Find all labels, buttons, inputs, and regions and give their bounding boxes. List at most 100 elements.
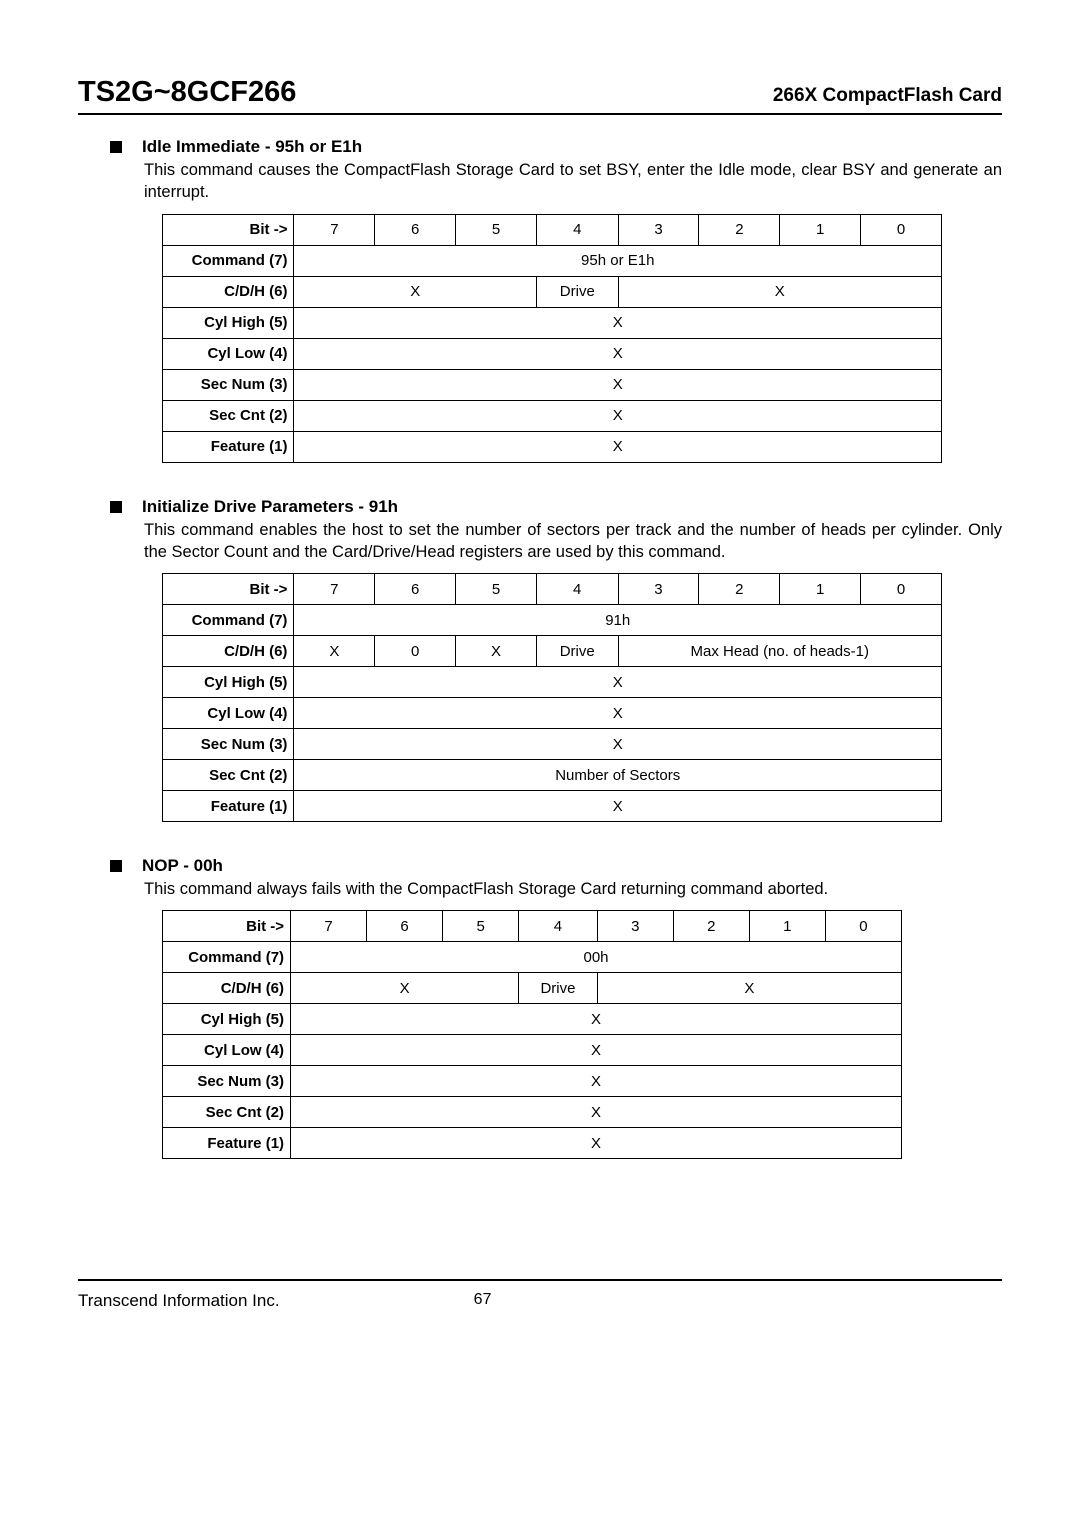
cell: X <box>294 791 942 822</box>
register-table-nop: Bit -> 7 6 5 4 3 2 1 0 Command (7) 00h C… <box>162 910 902 1159</box>
table-row: Command (7) 95h or E1h <box>163 245 942 276</box>
card-subtitle: 266X CompactFlash Card <box>773 85 1002 107</box>
row-label: Feature (1) <box>163 791 294 822</box>
bit-cell: 0 <box>861 574 942 605</box>
table-row: Feature (1) X <box>163 1128 902 1159</box>
bit-cell: 0 <box>825 911 901 942</box>
cdh-right: X <box>618 276 941 307</box>
cdh-left: X <box>291 973 519 1004</box>
row-label: Sec Cnt (2) <box>163 400 294 431</box>
cdh-cell: 0 <box>375 636 456 667</box>
command-value: 91h <box>294 605 942 636</box>
row-label: C/D/H (6) <box>163 636 294 667</box>
cdh-right: Max Head (no. of heads-1) <box>618 636 942 667</box>
row-label: Sec Num (3) <box>163 369 294 400</box>
command-value: 00h <box>291 942 902 973</box>
row-label: Cyl Low (4) <box>163 1035 291 1066</box>
bit-cell: 1 <box>780 214 861 245</box>
table-row: Feature (1) X <box>163 431 942 462</box>
bullet-icon <box>110 501 122 513</box>
section-idle-immediate: Idle Immediate - 95h or E1h This command… <box>110 137 1002 463</box>
table-row: Bit -> 7 6 5 4 3 2 1 0 <box>163 911 902 942</box>
table-row: Sec Num (3) X <box>163 369 942 400</box>
section-init-drive-params: Initialize Drive Parameters - 91h This c… <box>110 497 1002 823</box>
bit-label: Bit -> <box>163 574 294 605</box>
row-label: Cyl High (5) <box>163 1004 291 1035</box>
table-row: Command (7) 00h <box>163 942 902 973</box>
section-heading: NOP - 00h <box>110 856 1002 876</box>
cdh-cell: X <box>456 636 537 667</box>
bit-cell: 6 <box>367 911 443 942</box>
bit-cell: 5 <box>456 574 537 605</box>
row-label: Command (7) <box>163 605 294 636</box>
row-label: Cyl Low (4) <box>163 338 294 369</box>
cell: X <box>294 338 942 369</box>
row-label: Sec Cnt (2) <box>163 1097 291 1128</box>
footer: Transcend Information Inc. 67 <box>78 1291 1002 1311</box>
row-label: Cyl High (5) <box>163 307 294 338</box>
cell: X <box>291 1128 902 1159</box>
bit-cell: 3 <box>618 214 699 245</box>
bit-cell: 6 <box>375 574 456 605</box>
cdh-left: X <box>294 276 537 307</box>
table-row: Sec Num (3) X <box>163 1066 902 1097</box>
cell: X <box>294 400 942 431</box>
section-title: Initialize Drive Parameters - 91h <box>142 497 398 517</box>
table-row: Bit -> 7 6 5 4 3 2 1 0 <box>163 574 942 605</box>
cdh-cell: X <box>294 636 375 667</box>
footer-rule <box>78 1279 1002 1281</box>
cell: X <box>291 1097 902 1128</box>
table-row: Cyl Low (4) X <box>163 698 942 729</box>
row-label: Sec Num (3) <box>163 1066 291 1097</box>
cell: X <box>294 698 942 729</box>
bullet-icon <box>110 860 122 872</box>
bullet-icon <box>110 141 122 153</box>
header-rule <box>78 113 1002 115</box>
cell: X <box>294 667 942 698</box>
table-row: Cyl High (5) X <box>163 667 942 698</box>
table-row: Command (7) 91h <box>163 605 942 636</box>
cell: X <box>291 1066 902 1097</box>
table-row: Cyl High (5) X <box>163 307 942 338</box>
bit-cell: 2 <box>699 214 780 245</box>
row-label: Cyl Low (4) <box>163 698 294 729</box>
section-body: This command always fails with the Compa… <box>144 878 1002 900</box>
bit-cell: 5 <box>443 911 519 942</box>
table-row: Sec Cnt (2) Number of Sectors <box>163 760 942 791</box>
table-row: Bit -> 7 6 5 4 3 2 1 0 <box>163 214 942 245</box>
cell: X <box>294 431 942 462</box>
section-heading: Initialize Drive Parameters - 91h <box>110 497 1002 517</box>
cdh-drive: Drive <box>536 636 618 667</box>
section-body: This command causes the CompactFlash Sto… <box>144 159 1002 204</box>
table-row: Sec Cnt (2) X <box>163 400 942 431</box>
row-label: Sec Num (3) <box>163 729 294 760</box>
table-row: C/D/H (6) X Drive X <box>163 973 902 1004</box>
bit-cell: 1 <box>749 911 825 942</box>
table-row: Feature (1) X <box>163 791 942 822</box>
row-label: Command (7) <box>163 942 291 973</box>
section-body: This command enables the host to set the… <box>144 519 1002 564</box>
cdh-drive: Drive <box>536 276 618 307</box>
company-name: Transcend Information Inc. <box>78 1291 280 1311</box>
row-label: C/D/H (6) <box>163 973 291 1004</box>
table-row: Cyl High (5) X <box>163 1004 902 1035</box>
section-heading: Idle Immediate - 95h or E1h <box>110 137 1002 157</box>
register-table-idle: Bit -> 7 6 5 4 3 2 1 0 Command (7) 95h o… <box>162 214 942 463</box>
row-label: Command (7) <box>163 245 294 276</box>
cdh-drive: Drive <box>519 973 598 1004</box>
command-value: 95h or E1h <box>294 245 942 276</box>
page-number: 67 <box>458 1291 508 1311</box>
section-nop: NOP - 00h This command always fails with… <box>110 856 1002 1159</box>
bit-cell: 4 <box>519 911 598 942</box>
bit-cell: 1 <box>780 574 861 605</box>
table-row: Cyl Low (4) X <box>163 1035 902 1066</box>
cell: Number of Sectors <box>294 760 942 791</box>
bit-cell: 7 <box>294 574 375 605</box>
header: TS2G~8GCF266 266X CompactFlash Card <box>78 76 1002 109</box>
row-label: C/D/H (6) <box>163 276 294 307</box>
bit-cell: 6 <box>375 214 456 245</box>
bit-cell: 3 <box>618 574 699 605</box>
section-title: NOP - 00h <box>142 856 223 876</box>
cell: X <box>291 1004 902 1035</box>
cell: X <box>291 1035 902 1066</box>
